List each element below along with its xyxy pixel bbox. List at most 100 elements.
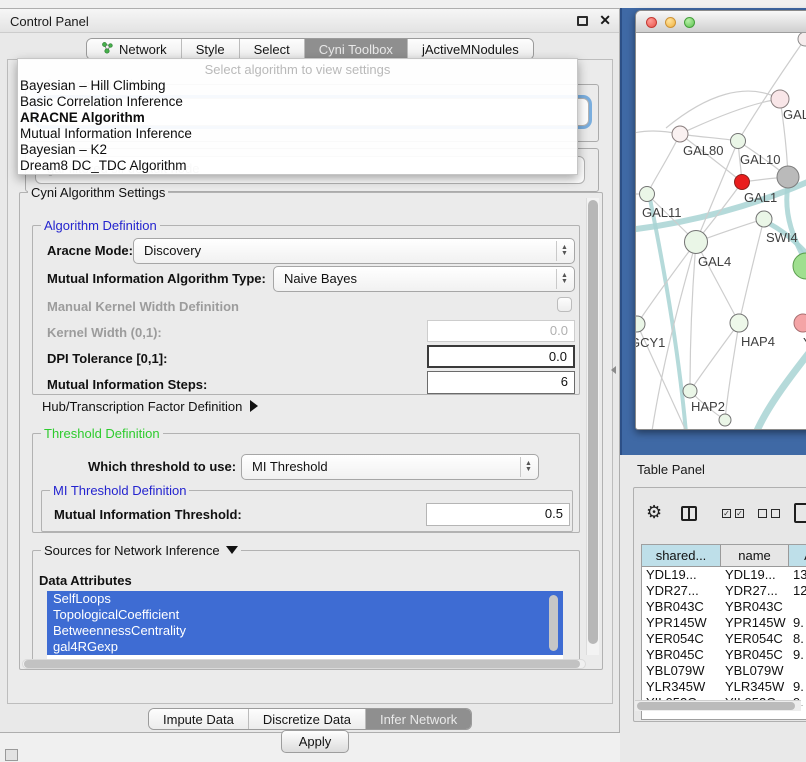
- algorithm-option-bayesian-hill-climbing[interactable]: Bayesian – Hill Climbing: [18, 78, 577, 94]
- attribute-topologicalcoefficient[interactable]: TopologicalCoefficient: [47, 607, 563, 623]
- node-unlabeled[interactable]: [793, 253, 806, 279]
- network-edge: [647, 134, 680, 194]
- tab-cyni-toolbox[interactable]: Cyni Toolbox: [305, 39, 408, 59]
- split-columns-icon[interactable]: [681, 506, 697, 521]
- network-edge: [650, 199, 686, 429]
- which-threshold-label: Which threshold to use:: [88, 459, 236, 474]
- table-row[interactable]: YER054CYER054C8.: [642, 631, 806, 647]
- node-label-hap4: HAP4: [741, 334, 775, 349]
- mi-threshold-field[interactable]: 0.5: [426, 503, 570, 526]
- tab-network[interactable]: Network: [87, 39, 182, 59]
- node-unlabeled[interactable]: [777, 166, 799, 188]
- node-gal11[interactable]: [640, 187, 655, 202]
- table-cell: 9.: [789, 647, 806, 663]
- aracne-mode-combobox[interactable]: Discovery ▲▼: [133, 238, 575, 264]
- column-header-shared[interactable]: shared...: [642, 545, 721, 567]
- column-header-name[interactable]: name: [721, 545, 789, 567]
- algorithm-option-aracne-algorithm[interactable]: ARACNE Algorithm: [18, 110, 577, 126]
- data-attributes-list[interactable]: SelfLoopsTopologicalCoefficientBetweenne…: [47, 591, 563, 659]
- algorithm-option-bayesian-k2[interactable]: Bayesian – K2: [18, 142, 577, 158]
- collapsed-panel-icon[interactable]: [5, 749, 18, 761]
- table-row[interactable]: YDL19...YDL19...13: [642, 567, 806, 583]
- minimize-window-icon[interactable]: [665, 17, 676, 28]
- table-row[interactable]: YBL079WYBL079W: [642, 663, 806, 679]
- tab-style[interactable]: Style: [182, 39, 240, 59]
- node-gal10[interactable]: [731, 134, 746, 149]
- gear-icon[interactable]: ⚙: [646, 502, 662, 523]
- table-cell: 9.: [789, 679, 806, 695]
- checkbox-unchecked-icon[interactable]: [758, 509, 767, 518]
- tab-impute-data[interactable]: Impute Data: [149, 709, 249, 729]
- table-row[interactable]: YDR27...YDR27...12: [642, 583, 806, 599]
- table-row[interactable]: YLR345WYLR345W9.: [642, 679, 806, 695]
- table-panel-window: ⚙ ✓ ✓ shared...nameA YDL19...YDL19...13Y…: [633, 487, 806, 722]
- attr-list-scroll-thumb[interactable]: [549, 595, 558, 651]
- attribute-betweennesscentrality[interactable]: BetweennessCentrality: [47, 623, 563, 639]
- panel-splitter-collapse-icon[interactable]: [611, 366, 616, 374]
- checkbox-checked-icon[interactable]: ✓: [722, 509, 731, 518]
- algorithm-option-basic-correlation-inference[interactable]: Basic Correlation Inference: [18, 94, 577, 110]
- settings-horizontal-scrollbar[interactable]: [22, 659, 586, 669]
- mi-algorithm-type-combobox[interactable]: Naive Bayes ▲▼: [273, 266, 575, 292]
- network-canvas[interactable]: GALGAL80GAL10GAL1GAL11SWI4GAL4GCY1HAP4YH…: [636, 33, 806, 429]
- settings-hscroll-thumb[interactable]: [24, 660, 580, 668]
- node-swi4[interactable]: [756, 211, 772, 227]
- node-hap2[interactable]: [683, 384, 697, 398]
- node-hap4[interactable]: [730, 314, 748, 332]
- table-hscroll-thumb[interactable]: [637, 702, 795, 710]
- column-header-a[interactable]: A: [789, 545, 806, 567]
- dpi-tolerance-field[interactable]: 0.0: [427, 345, 575, 368]
- kernel-width-field[interactable]: 0.0: [427, 320, 575, 342]
- which-threshold-combobox[interactable]: MI Threshold ▲▼: [241, 454, 539, 480]
- table-row[interactable]: YBR043CYBR043C: [642, 599, 806, 615]
- node-y[interactable]: [794, 314, 806, 332]
- node-unlabeled[interactable]: [719, 414, 731, 426]
- table-panel-title: Table Panel: [637, 462, 705, 477]
- attribute-gal4rgexp[interactable]: gal4RGexp: [47, 639, 563, 655]
- tab-infer-network-label: Infer Network: [380, 712, 457, 727]
- close-window-icon[interactable]: [646, 17, 657, 28]
- node-gal80[interactable]: [672, 126, 688, 142]
- network-edge: [756, 349, 806, 429]
- close-panel-icon[interactable]: ✕: [599, 12, 611, 29]
- settings-vertical-scrollbar[interactable]: [586, 198, 599, 655]
- mi-algorithm-type-value: Naive Bayes: [284, 271, 357, 286]
- checkbox-unchecked-icon[interactable]: [771, 509, 780, 518]
- sources-title[interactable]: Sources for Network Inference: [41, 543, 241, 558]
- attribute-selfloops[interactable]: SelfLoops: [47, 591, 563, 607]
- cyni-toolbox-bottom-tabbar: Impute DataDiscretize Data Infer Network: [148, 708, 472, 730]
- node-gcy1[interactable]: [636, 316, 645, 332]
- node-gal1[interactable]: [735, 175, 750, 190]
- node-gal[interactable]: [771, 90, 789, 108]
- settings-vscroll-thumb[interactable]: [588, 200, 598, 644]
- algorithm-option-mutual-information-inference[interactable]: Mutual Information Inference: [18, 126, 577, 142]
- document-icon[interactable]: [794, 503, 806, 523]
- manual-kernel-width-checkbox[interactable]: [557, 297, 572, 312]
- node-label-gal80: GAL80: [683, 143, 723, 158]
- table-cell: YBL079W: [721, 663, 789, 679]
- network-graph-icon: [101, 41, 114, 57]
- zoom-window-icon[interactable]: [684, 17, 695, 28]
- tab-discretize-data[interactable]: Discretize Data: [249, 709, 366, 729]
- float-panel-icon[interactable]: [577, 16, 588, 26]
- table-cell: YDL19...: [642, 567, 721, 583]
- node-gal4[interactable]: [685, 231, 708, 254]
- algorithm-dropdown-popup: Select algorithm to view settings Bayesi…: [17, 58, 578, 175]
- table-row[interactable]: YBR045CYBR045C9.: [642, 647, 806, 663]
- node-unlabeled[interactable]: [798, 33, 806, 46]
- checkbox-checked-icon[interactable]: ✓: [735, 509, 744, 518]
- table-rows: YDL19...YDL19...13YDR27...YDR27...12YBR0…: [642, 567, 806, 706]
- apply-button[interactable]: Apply: [281, 730, 349, 753]
- table-cell: YBR045C: [642, 647, 721, 663]
- hub-definition-expander[interactable]: Hub/Transcription Factor Definition: [42, 399, 258, 414]
- table-row[interactable]: YPR145WYPR145W9.: [642, 615, 806, 631]
- stepper-arrows-icon: ▲▼: [556, 241, 572, 261]
- tab-infer-network[interactable]: Infer Network: [366, 709, 471, 729]
- algorithm-option-dream8-dc-tdc-algorithm[interactable]: Dream8 DC_TDC Algorithm: [18, 158, 577, 174]
- tab-jactivemnodules[interactable]: jActiveMNodules: [408, 39, 533, 59]
- mi-steps-field[interactable]: 6: [427, 371, 575, 394]
- table-horizontal-scrollbar[interactable]: [635, 700, 801, 711]
- tab-select[interactable]: Select: [240, 39, 305, 59]
- expander-arrow-icon: [250, 400, 258, 412]
- network-edge: [738, 39, 805, 141]
